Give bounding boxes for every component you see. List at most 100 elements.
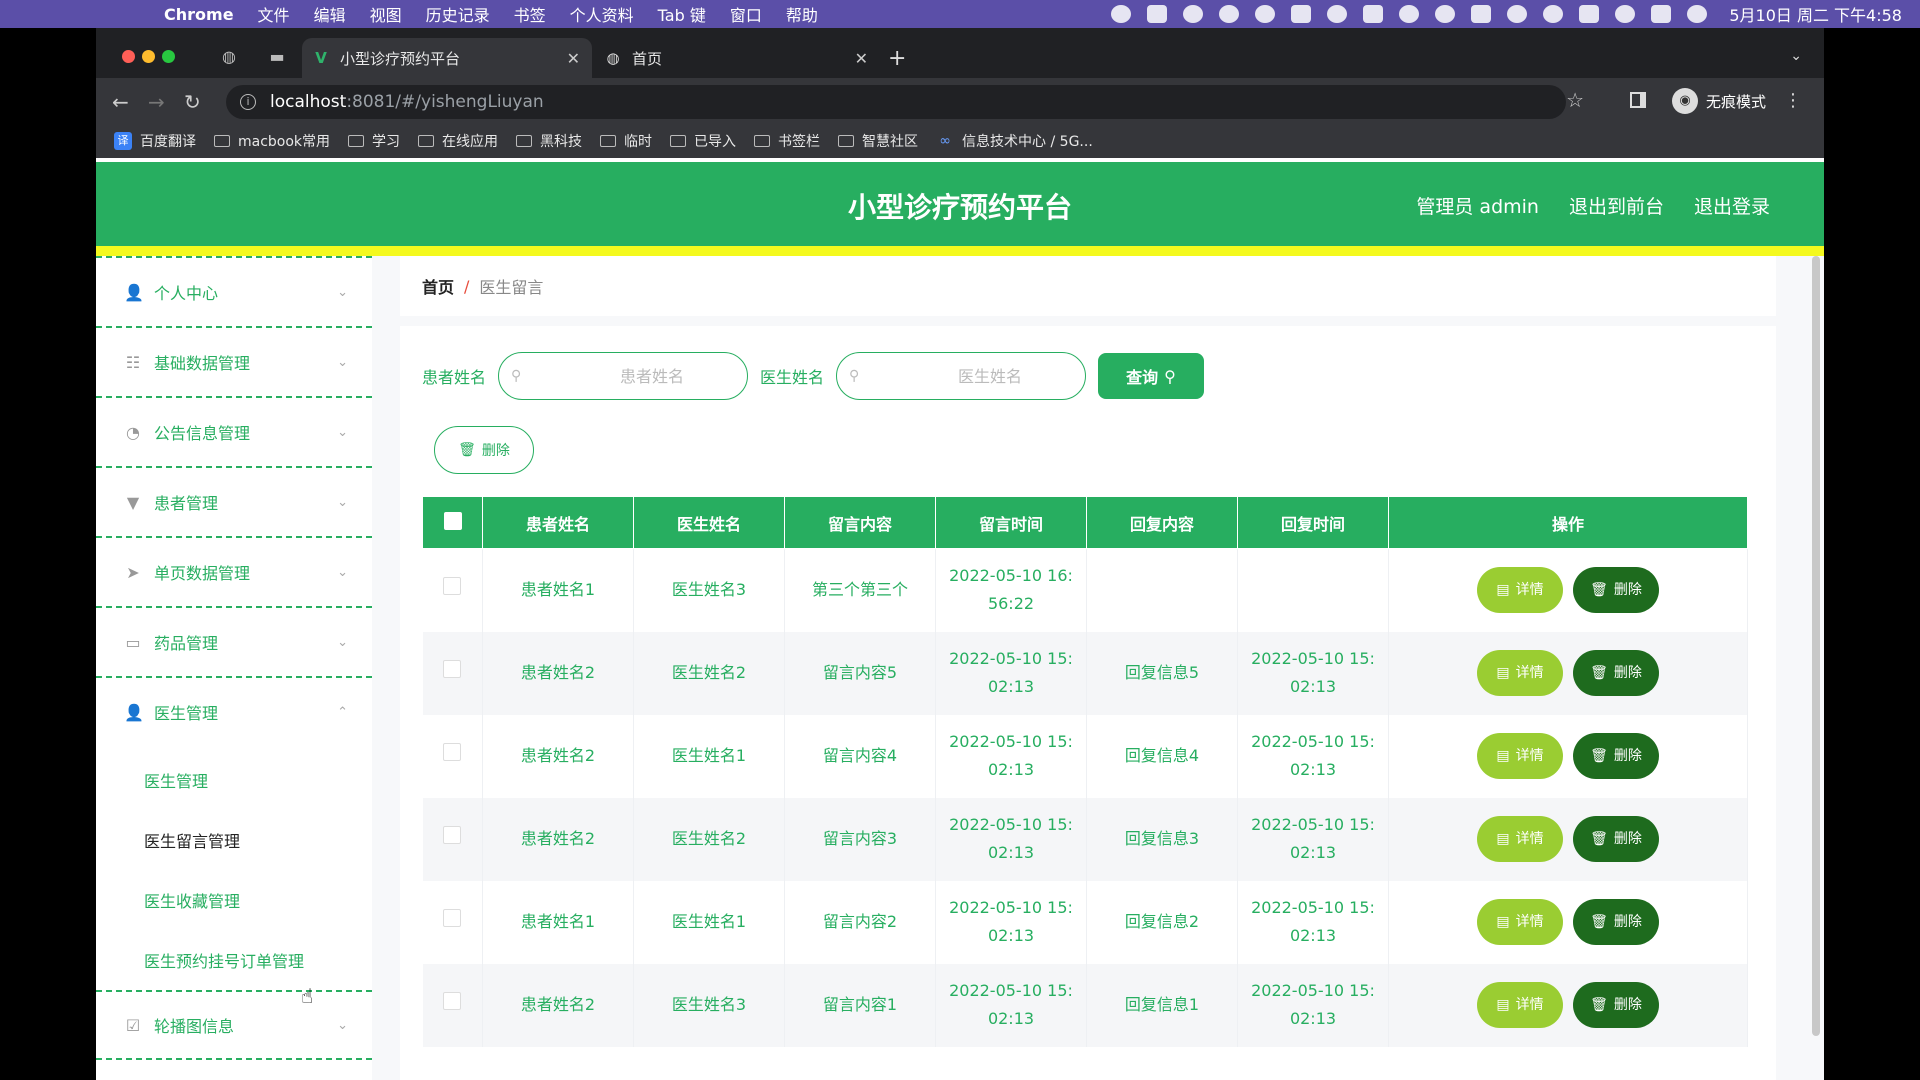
menu-profile[interactable]: 个人资料 — [570, 2, 634, 26]
submenu-doctor-favorites[interactable]: 医生收藏管理 — [96, 870, 372, 930]
detail-button[interactable]: ▤ 详情 — [1477, 816, 1563, 862]
submenu-doctor-manage[interactable]: 医生管理 — [96, 750, 372, 810]
reload-icon[interactable]: ↻ — [184, 90, 201, 114]
address-bar[interactable]: i localhost:8081/#/yishengLiuyan — [226, 85, 1566, 119]
wifi-icon[interactable] — [1507, 5, 1528, 23]
tab-title: 小型诊疗预约平台 — [340, 49, 461, 68]
logout-link[interactable]: 退出登录 — [1694, 192, 1770, 219]
sidebar-item-notice[interactable]: ◔ 公告信息管理 ⌄ — [96, 396, 372, 466]
password-icon[interactable] — [1327, 5, 1348, 23]
minimize-window-button[interactable] — [142, 50, 155, 63]
menu-file[interactable]: 文件 — [258, 2, 290, 26]
spotlight-icon[interactable] — [1615, 5, 1636, 23]
message-content-cell: 第三个第三个 — [784, 548, 936, 632]
sidebar-item-patient[interactable]: ▼ 患者管理 ⌄ — [96, 466, 372, 536]
bell-icon[interactable] — [1183, 5, 1204, 23]
row-checkbox[interactable] — [443, 826, 462, 844]
window-icon[interactable] — [1363, 5, 1384, 23]
bookmark-item[interactable]: 学习 — [348, 131, 400, 151]
siri-icon[interactable] — [1687, 5, 1708, 23]
bookmark-star-icon[interactable]: ☆ — [1566, 88, 1584, 112]
page-scrollbar[interactable] — [1812, 256, 1820, 1036]
delete-button[interactable]: 🗑 删除 — [1573, 733, 1659, 779]
close-window-button[interactable] — [122, 50, 135, 63]
menu-help[interactable]: 帮助 — [786, 2, 818, 26]
row-checkbox[interactable] — [443, 909, 462, 927]
detail-button[interactable]: ▤ 详情 — [1477, 733, 1563, 779]
close-tab-icon[interactable]: ✕ — [855, 49, 868, 68]
globe-icon[interactable]: ◍ — [220, 48, 238, 66]
delete-button[interactable]: 🗑 删除 — [1573, 567, 1659, 614]
detail-button[interactable]: ▤ 详情 — [1477, 650, 1563, 696]
tab-home[interactable]: ◍ 首页 ✕ — [594, 38, 880, 78]
menu-history[interactable]: 历史记录 — [426, 2, 490, 26]
menu-bookmarks[interactable]: 书签 — [514, 2, 546, 26]
doctor-name-input[interactable] — [837, 353, 1086, 399]
more-icon[interactable]: ⋮ — [1784, 90, 1802, 111]
menu-window[interactable]: 窗口 — [730, 2, 762, 26]
bookmark-item[interactable]: 智慧社区 — [838, 131, 918, 151]
delete-button[interactable]: 🗑 删除 — [1573, 650, 1659, 696]
incognito-badge[interactable]: ◉ 无痕模式 — [1671, 86, 1766, 116]
new-tab-button[interactable]: + — [888, 46, 906, 71]
detail-button[interactable]: ▤ 详情 — [1477, 567, 1563, 614]
menu-app[interactable]: Chrome — [164, 5, 234, 24]
delete-button[interactable]: 🗑 删除 — [1573, 899, 1659, 945]
record-icon[interactable] — [1111, 5, 1132, 23]
back-icon[interactable]: ← — [112, 90, 129, 114]
bookmark-item[interactable]: macbook常用 — [214, 131, 330, 151]
chat-icon[interactable] — [1219, 5, 1240, 23]
memory-icon[interactable] — [1291, 5, 1312, 23]
control-center-icon[interactable] — [1651, 5, 1672, 23]
battery-icon[interactable] — [1471, 5, 1492, 23]
close-tab-icon[interactable]: ✕ — [567, 49, 580, 68]
zoom-window-button[interactable] — [162, 50, 175, 63]
bookmark-item[interactable]: 已导入 — [670, 131, 736, 151]
tab-search-icon[interactable]: ▬ — [268, 48, 286, 66]
sidebar-item-carousel[interactable]: ☑ 轮播图信息 ⌄ — [96, 990, 372, 1060]
select-all-checkbox[interactable] — [443, 511, 462, 530]
side-panel-icon[interactable] — [1630, 92, 1646, 108]
submenu-doctor-appointments[interactable]: 医生预约挂号订单管理 — [96, 930, 372, 990]
batch-delete-button[interactable]: 🗑 删除 — [434, 426, 534, 474]
submenu-doctor-messages[interactable]: 医生留言管理 — [96, 810, 372, 870]
info-icon[interactable]: i — [240, 94, 256, 110]
compass-icon[interactable] — [1399, 5, 1420, 23]
word-icon[interactable] — [1147, 5, 1168, 23]
chevron-down-icon[interactable]: ⌄ — [1790, 48, 1802, 64]
to-front-link[interactable]: 退出到前台 — [1569, 192, 1664, 219]
menu-edit[interactable]: 编辑 — [314, 2, 346, 26]
detail-button[interactable]: ▤ 详情 — [1477, 982, 1563, 1028]
tab-active[interactable]: V 小型诊疗预约平台 ✕ — [302, 38, 592, 78]
row-checkbox[interactable] — [443, 577, 462, 596]
clock[interactable]: 5月10日 周二 下午4:58 — [1729, 2, 1902, 26]
bookmark-item[interactable]: 译百度翻译 — [114, 131, 196, 151]
delete-label: 删除 — [1613, 582, 1642, 599]
forward-icon[interactable]: → — [148, 90, 165, 114]
row-checkbox[interactable] — [443, 660, 462, 678]
breadcrumb-home[interactable]: 首页 — [422, 274, 454, 298]
bookmark-item[interactable]: 黑科技 — [516, 131, 582, 151]
bookmark-item[interactable]: 在线应用 — [418, 131, 498, 151]
bookmark-item[interactable]: ∞ 信息技术中心 / 5G... — [936, 131, 1093, 151]
menu-view[interactable]: 视图 — [370, 2, 402, 26]
query-button[interactable]: 查询 ⚲ — [1098, 353, 1205, 399]
user-switch-icon[interactable] — [1543, 5, 1564, 23]
sidebar-item-personal[interactable]: 👤 个人中心 ⌄ — [96, 256, 372, 326]
bookmark-item[interactable]: 书签栏 — [754, 131, 820, 151]
row-checkbox[interactable] — [443, 992, 462, 1010]
sidebar-item-medicine[interactable]: ▭ 药品管理 ⌄ — [96, 606, 372, 676]
sidebar-item-single-page[interactable]: ➤ 单页数据管理 ⌄ — [96, 536, 372, 606]
row-checkbox[interactable] — [443, 743, 462, 761]
app-icon[interactable] — [1255, 5, 1276, 23]
delete-button[interactable]: 🗑 删除 — [1573, 816, 1659, 862]
bookmark-item[interactable]: 临时 — [600, 131, 652, 151]
delete-button[interactable]: 🗑 删除 — [1573, 982, 1659, 1028]
bluetooth-icon[interactable] — [1435, 5, 1456, 23]
menu-tab[interactable]: Tab 键 — [658, 2, 706, 26]
patient-name-input[interactable] — [499, 353, 748, 399]
s-app-icon[interactable] — [1579, 5, 1600, 23]
detail-button[interactable]: ▤ 详情 — [1477, 899, 1563, 945]
sidebar-item-basic-data[interactable]: ☷ 基础数据管理 ⌄ — [96, 326, 372, 396]
sidebar-item-doctor[interactable]: 👤 医生管理 ⌃ — [96, 676, 372, 746]
